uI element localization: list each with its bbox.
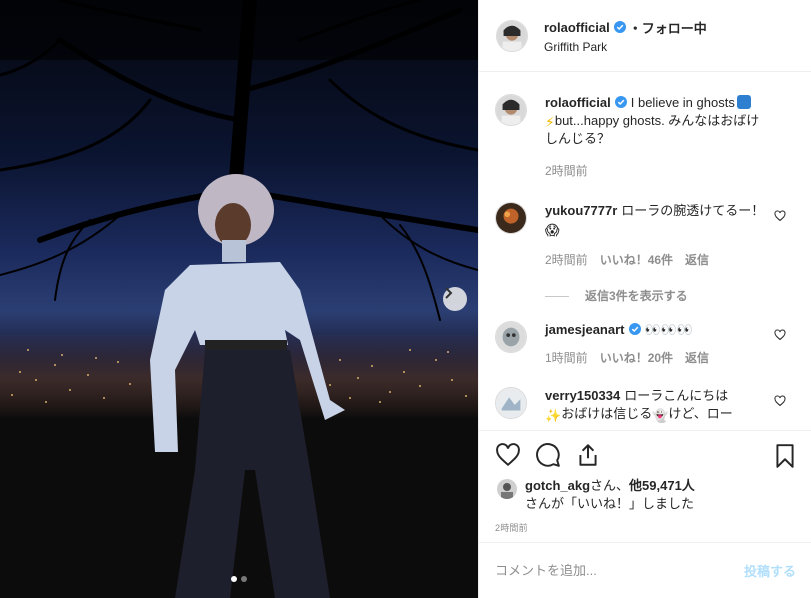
comment-text-continued: おばけは信じる xyxy=(561,406,653,421)
post-timestamp[interactable]: 2時間前 xyxy=(479,521,811,534)
avatar[interactable] xyxy=(495,321,527,353)
post-header: rolaofficial ・フォロー中 Griffith Park xyxy=(479,0,811,72)
likes-summary: gotch_akgさん、他59,471人 さんが「いいね！」しました xyxy=(479,477,811,513)
likes-suffix-1: さん、 xyxy=(590,478,630,493)
post-comment-button[interactable]: 投稿する xyxy=(744,561,796,580)
profile-photo xyxy=(497,479,517,499)
comment-username[interactable]: verry150334 xyxy=(545,388,620,403)
sparkle-emoji-icon: ✨ xyxy=(545,408,562,423)
post-dialog: rolaofficial ・フォロー中 Griffith Park rolaof… xyxy=(0,0,811,598)
comment-likes[interactable]: いいね！46件 xyxy=(600,251,673,269)
verified-badge-icon xyxy=(613,21,626,33)
like-comment-heart-icon[interactable] xyxy=(774,329,786,341)
ghost-emoji-icon: 👻 xyxy=(652,408,669,423)
profile-photo xyxy=(496,95,526,125)
comment-time[interactable]: 2時間前 xyxy=(545,251,588,269)
add-comment-bar: 投稿する xyxy=(479,542,811,598)
comment-time[interactable]: 1時間前 xyxy=(545,349,588,367)
follow-status[interactable]: ・フォロー中 xyxy=(629,18,707,37)
like-comment-heart-icon[interactable] xyxy=(774,395,786,407)
comment-bubble-icon[interactable] xyxy=(535,442,561,468)
comment-text: ローラこんにちは xyxy=(624,388,729,403)
photo-scene xyxy=(0,0,478,598)
like-heart-icon[interactable] xyxy=(495,442,521,468)
profile-photo xyxy=(496,388,526,418)
caption-time[interactable]: 2時間前 xyxy=(545,162,588,180)
comment-username[interactable]: jamesjeanart xyxy=(545,322,625,337)
liker-username[interactable]: gotch_akg xyxy=(525,478,590,493)
like-comment-heart-icon[interactable] xyxy=(774,210,786,222)
divider xyxy=(545,295,569,297)
post-side-panel: rolaofficial ・フォロー中 Griffith Park rolaof… xyxy=(478,0,811,598)
lightning-emoji-icon: ⚡ xyxy=(545,114,555,130)
profile-photo xyxy=(496,203,526,233)
comment-text-tail: けど、ロー xyxy=(668,406,733,421)
comment-likes[interactable]: いいね！20件 xyxy=(600,349,673,367)
likes-suffix-2: さんが「いいね！」しました xyxy=(525,496,695,511)
comment-item: verry150334 ローラこんにちは ✨おばけは信じる👻けど、ロー xyxy=(495,387,796,423)
caption-text: I believe in ghosts xyxy=(630,95,735,110)
screaming-face-emoji-icon: 😱 xyxy=(545,222,560,238)
view-replies-button[interactable]: 返信3件を表示する xyxy=(545,287,775,305)
next-photo-button[interactable] xyxy=(443,287,467,311)
carousel-dot-active xyxy=(231,576,237,582)
eyes-emoji-icon: 👀👀👀 xyxy=(644,322,694,337)
share-icon[interactable] xyxy=(575,442,601,468)
post-actions: gotch_akgさん、他59,471人 さんが「いいね！」しました 2時間前 xyxy=(479,430,811,542)
comments-list[interactable]: rolaofficial I believe in ghosts ⚡but...h… xyxy=(479,72,811,430)
bookmark-icon[interactable] xyxy=(772,443,798,469)
avatar[interactable] xyxy=(496,19,528,52)
verified-badge-icon xyxy=(628,323,641,335)
reply-button[interactable]: 返信 xyxy=(685,251,709,269)
comment-item: yukou7777r ローラの腕透けてるー！ 😱 2時間前 いいね！46件 返信 返… xyxy=(495,202,796,305)
profile-photo xyxy=(497,20,527,51)
comment-username[interactable]: yukou7777r xyxy=(545,203,617,218)
avatar[interactable] xyxy=(497,479,517,499)
comment-input[interactable] xyxy=(495,563,744,578)
caption-username[interactable]: rolaofficial xyxy=(545,95,611,110)
comment-text: ローラの腕透けてるー！ xyxy=(621,203,765,218)
caption: rolaofficial I believe in ghosts ⚡but...h… xyxy=(495,94,796,180)
comment-item: jamesjeanart 👀👀👀 1時間前 いいね！20件 返信 xyxy=(495,321,796,367)
ghost-box-emoji-icon xyxy=(736,95,751,109)
profile-photo xyxy=(496,322,526,352)
post-photo[interactable] xyxy=(0,0,478,598)
avatar[interactable] xyxy=(495,387,527,419)
avatar[interactable] xyxy=(495,202,527,234)
likes-count[interactable]: 他59,471人 xyxy=(629,478,695,493)
carousel-indicator xyxy=(231,576,247,582)
caption-text-continued: but...happy ghosts. みんなはおばけしんじる？ xyxy=(545,113,760,146)
post-username-link[interactable]: rolaofficial xyxy=(544,20,610,35)
view-replies-label: 返信3件を表示する xyxy=(585,289,688,303)
verified-badge-icon xyxy=(614,96,627,108)
carousel-dot xyxy=(241,576,247,582)
location-link[interactable]: Griffith Park xyxy=(544,40,707,54)
avatar[interactable] xyxy=(495,94,527,126)
reply-button[interactable]: 返信 xyxy=(685,349,709,367)
chevron-right-icon xyxy=(445,287,453,299)
